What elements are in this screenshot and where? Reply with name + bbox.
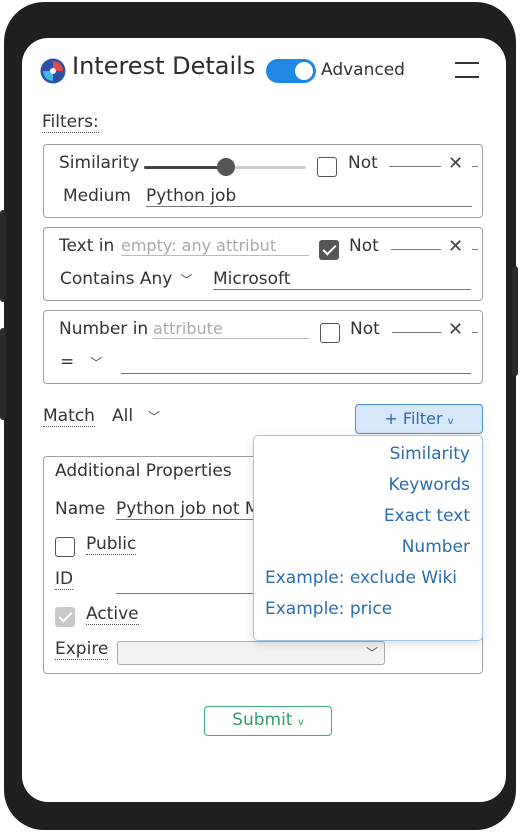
slider-rest-track [226, 166, 306, 169]
similarity-text-input[interactable]: Python job [146, 186, 472, 207]
close-icon[interactable]: ✕ [448, 153, 463, 174]
close-icon[interactable]: ✕ [448, 319, 463, 340]
active-label: Active [86, 604, 139, 625]
similarity-filter: Similarity Not ✕ Medium Python job [43, 144, 483, 218]
menu-item-example-price[interactable]: Example: price [265, 599, 392, 619]
text-in-label: Text in [59, 236, 115, 256]
match-select[interactable]: All [112, 406, 133, 426]
add-filter-button[interactable]: + Filter v [355, 404, 483, 434]
similarity-not-label: Not [348, 153, 378, 173]
id-label: ID [55, 569, 74, 590]
number-filter: Number in attribute Not ✕ = ﹀ [43, 310, 483, 384]
additional-properties-title: Additional Properties [55, 461, 232, 481]
similarity-text-value: Python job [146, 186, 237, 206]
submit-button[interactable]: Submit v [204, 706, 332, 736]
text-filter: Text in empty: any attribut Not ✕ Contai… [43, 227, 483, 301]
menu-item-exact-text[interactable]: Exact text [384, 506, 470, 526]
name-value: Python job not M [116, 499, 260, 519]
number-attribute-placeholder: attribute [153, 319, 223, 338]
attribute-placeholder: empty: any attribut [121, 236, 277, 255]
phone-frame: Interest Details Advanced Filters: Simil… [0, 2, 518, 830]
power-button [512, 266, 518, 376]
chevron-down-icon: ﹀ [365, 646, 378, 660]
expire-select[interactable]: ﹀ [117, 641, 385, 665]
menu-item-example-exclude-wiki[interactable]: Example: exclude Wiki [265, 568, 457, 588]
divider [392, 332, 441, 333]
submit-label: Submit [232, 710, 293, 730]
id-input[interactable] [116, 593, 276, 594]
operator-value: = [60, 352, 75, 372]
text-value-input[interactable]: Microsoft [213, 269, 471, 290]
menu-item-number[interactable]: Number [402, 537, 470, 557]
slider-thumb[interactable] [217, 158, 235, 176]
add-filter-menu: Similarity Keywords Exact text Number Ex… [253, 435, 483, 641]
text-not-label: Not [349, 236, 379, 256]
hamburger-menu-icon[interactable] [455, 62, 479, 80]
name-input[interactable]: Python job not M [116, 499, 276, 520]
menu-item-keywords[interactable]: Keywords [389, 475, 470, 495]
expire-label: Expire [55, 639, 109, 660]
number-value-input[interactable] [121, 352, 471, 374]
number-attribute-input[interactable]: attribute [153, 319, 309, 339]
filters-label: Filters: [42, 112, 99, 133]
toggle-knob [295, 62, 313, 80]
name-label: Name [55, 499, 106, 519]
divider [391, 249, 441, 250]
similarity-not-checkbox[interactable] [317, 157, 337, 177]
volume-button [0, 328, 6, 420]
app-screen: Interest Details Advanced Filters: Simil… [22, 38, 506, 802]
divider [389, 166, 441, 167]
divider [472, 249, 478, 250]
divider [472, 332, 478, 333]
chevron-down-icon[interactable]: ﹀ [148, 408, 160, 425]
match-label: Match [43, 406, 95, 427]
similarity-label: Similarity [59, 153, 140, 173]
chevron-down-icon: v [297, 717, 304, 728]
public-label: Public [86, 534, 137, 555]
advanced-label: Advanced [321, 60, 405, 80]
chevron-down-icon: ﹀ [180, 272, 193, 287]
app-logo-icon [40, 58, 66, 84]
text-value: Microsoft [213, 269, 291, 289]
match-mode-select[interactable]: Contains Any ﹀ [60, 269, 192, 289]
advanced-toggle[interactable] [266, 59, 316, 83]
chevron-down-icon: ﹀ [90, 355, 103, 370]
page-title: Interest Details [72, 52, 256, 80]
public-checkbox[interactable] [55, 537, 75, 557]
number-in-label: Number in [59, 319, 149, 339]
add-filter-label: + Filter [384, 409, 443, 428]
close-icon[interactable]: ✕ [448, 236, 463, 257]
menu-item-similarity[interactable]: Similarity [390, 444, 470, 464]
chevron-down-icon: v [447, 416, 454, 427]
divider [472, 166, 478, 167]
text-not-checkbox[interactable] [319, 240, 339, 260]
active-checkbox[interactable] [55, 607, 75, 627]
operator-select[interactable]: = ﹀ [60, 352, 102, 372]
volume-button [0, 210, 6, 302]
attribute-input[interactable]: empty: any attribut [121, 236, 309, 256]
match-mode-value: Contains Any [60, 269, 173, 289]
similarity-level[interactable]: Medium [63, 186, 131, 206]
similarity-slider[interactable] [144, 166, 226, 169]
number-not-checkbox[interactable] [320, 323, 340, 343]
number-not-label: Not [350, 319, 380, 339]
